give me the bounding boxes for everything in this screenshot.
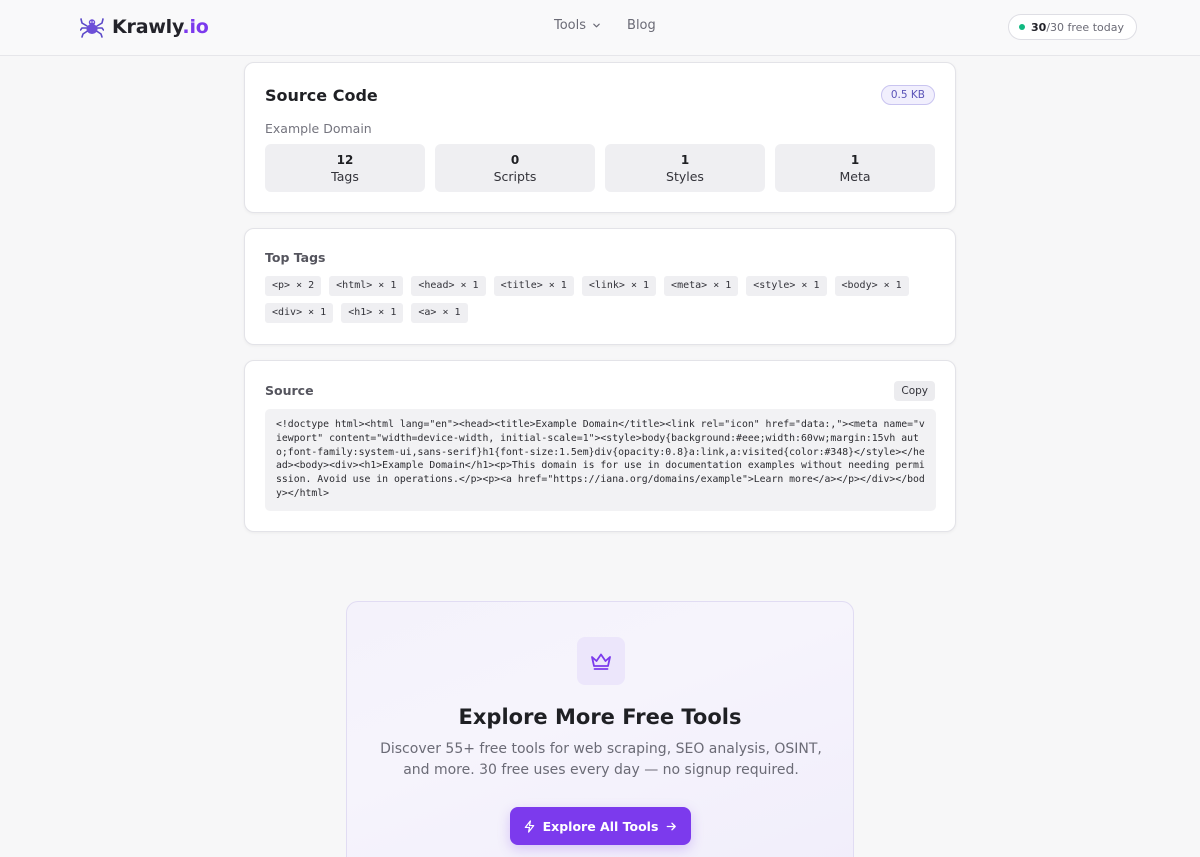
copy-button[interactable]: Copy bbox=[894, 381, 935, 401]
source-code-block[interactable]: <!doctype html><html lang="en"><head><ti… bbox=[265, 409, 936, 511]
logo-name: Krawly bbox=[112, 16, 183, 38]
stat-value: 1 bbox=[680, 152, 690, 167]
tag-chip: <meta> × 1 bbox=[664, 276, 739, 296]
nav-tools-label: Tools bbox=[554, 18, 587, 33]
stat-label: Styles bbox=[666, 168, 704, 184]
stat-tags: 12 Tags bbox=[265, 144, 425, 192]
section-title: Source bbox=[265, 383, 314, 398]
main-nav: Tools Blog bbox=[554, 18, 656, 33]
cta-title: Explore More Free Tools bbox=[458, 705, 742, 729]
tag-chip: <a> × 1 bbox=[411, 303, 468, 323]
stats-row: 12 Tags 0 Scripts 1 Styles 1 Meta bbox=[265, 144, 935, 192]
nav-tools-dropdown[interactable]: Tools bbox=[554, 18, 601, 33]
tag-chip: <body> × 1 bbox=[834, 276, 909, 296]
tag-chip: <p> × 2 bbox=[265, 276, 322, 296]
nav-blog-label: Blog bbox=[627, 18, 656, 33]
section-title: Top Tags bbox=[265, 250, 326, 265]
usage-count: 30 bbox=[1031, 20, 1047, 34]
spider-icon bbox=[80, 18, 104, 38]
tag-list: <p> × 2 <html> × 1 <head> × 1 <title> × … bbox=[265, 276, 945, 323]
chevron-down-icon bbox=[593, 23, 600, 28]
stat-label: Meta bbox=[839, 168, 871, 184]
nav-blog-link[interactable]: Blog bbox=[627, 18, 656, 33]
top-tags-card: Top Tags <p> × 2 <html> × 1 <head> × 1 <… bbox=[244, 228, 956, 345]
site-header: Krawly.io Tools Blog 30/30 free today bbox=[0, 0, 1200, 56]
stat-value: 12 bbox=[336, 152, 354, 167]
source-card: Source Copy <!doctype html><html lang="e… bbox=[244, 360, 956, 532]
usage-counter: 30/30 free today bbox=[1008, 14, 1137, 40]
tag-chip: <head> × 1 bbox=[411, 276, 486, 296]
stat-value: 0 bbox=[510, 152, 520, 167]
tag-chip: <html> × 1 bbox=[329, 276, 404, 296]
tag-chip: <title> × 1 bbox=[493, 276, 574, 296]
tag-chip: <link> × 1 bbox=[581, 276, 657, 296]
explore-tools-cta: Explore More Free Tools Discover 55+ fre… bbox=[346, 601, 854, 857]
page-title-value: Example Domain bbox=[265, 121, 372, 136]
stat-styles: 1 Styles bbox=[605, 144, 765, 192]
arrow-right-icon bbox=[667, 822, 677, 830]
logo[interactable]: Krawly.io bbox=[80, 14, 209, 40]
stat-meta: 1 Meta bbox=[775, 144, 935, 192]
explore-all-tools-button[interactable]: Explore All Tools bbox=[510, 807, 691, 845]
card-title: Source Code bbox=[265, 86, 378, 105]
stat-scripts: 0 Scripts bbox=[435, 144, 595, 192]
tag-chip: <h1> × 1 bbox=[341, 303, 404, 323]
tag-chip: <style> × 1 bbox=[746, 276, 827, 296]
tag-chip: <div> × 1 bbox=[265, 303, 334, 323]
logo-tld: .io bbox=[182, 16, 209, 38]
crown-badge bbox=[577, 637, 625, 685]
crown-icon bbox=[591, 653, 611, 670]
status-dot bbox=[1019, 24, 1025, 30]
stat-label: Scripts bbox=[493, 168, 537, 184]
button-label: Explore All Tools bbox=[542, 818, 659, 834]
usage-rest: /30 free today bbox=[1046, 20, 1124, 34]
usage-text: 30/30 free today bbox=[1031, 21, 1124, 34]
stat-value: 1 bbox=[850, 152, 860, 167]
source-summary-card: Source Code 0.5 KB Example Domain 12 Tag… bbox=[244, 62, 956, 213]
lightning-icon bbox=[524, 819, 534, 833]
logo-text: Krawly.io bbox=[112, 16, 209, 38]
stat-label: Tags bbox=[331, 168, 359, 184]
size-badge: 0.5 KB bbox=[880, 85, 935, 105]
cta-description: Discover 55+ free tools for web scraping… bbox=[380, 741, 822, 778]
